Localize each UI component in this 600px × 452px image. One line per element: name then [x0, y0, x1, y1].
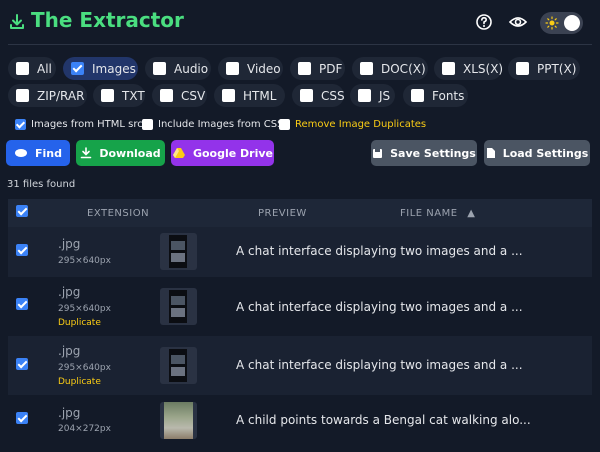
- file-name: A chat interface displaying two images a…: [236, 300, 523, 314]
- select-all-checkbox[interactable]: [16, 205, 28, 217]
- preview-thumbnail[interactable]: [160, 288, 197, 325]
- filter-images[interactable]: Images: [63, 57, 138, 80]
- row-checkbox[interactable]: [16, 412, 28, 424]
- checkbox[interactable]: [411, 89, 424, 102]
- checkbox[interactable]: [16, 62, 29, 75]
- file-dimensions: 204×272px: [58, 424, 111, 434]
- option-html-src[interactable]: Images from HTML src: [15, 117, 143, 131]
- checkbox[interactable]: [279, 118, 290, 130]
- filter-doc[interactable]: DOC(X): [352, 57, 428, 80]
- filter-ppt[interactable]: PPT(X): [508, 57, 580, 80]
- checkbox[interactable]: [142, 118, 153, 130]
- checkbox[interactable]: [15, 118, 26, 130]
- duplicate-badge: Duplicate: [58, 318, 101, 328]
- theme-toggle[interactable]: [540, 12, 583, 34]
- help-circle-icon[interactable]: [474, 12, 494, 32]
- find-icon: [15, 149, 27, 157]
- file-dimensions: 295×640px: [58, 363, 111, 373]
- row-checkbox[interactable]: [16, 244, 28, 256]
- row-checkbox[interactable]: [16, 298, 28, 310]
- column-file-name[interactable]: FILE NAME ▲: [400, 208, 475, 219]
- file-name: A child points towards a Bengal cat walk…: [236, 413, 531, 427]
- option-remove-duplicates[interactable]: Remove Image Duplicates: [279, 117, 426, 131]
- checkbox[interactable]: [442, 62, 455, 75]
- checkbox[interactable]: [360, 62, 373, 75]
- eye-icon[interactable]: [508, 12, 528, 32]
- filter-audio[interactable]: Audio: [145, 57, 211, 80]
- checkbox[interactable]: [160, 89, 173, 102]
- download-icon: [81, 147, 92, 159]
- checkbox[interactable]: [226, 62, 239, 75]
- table-row[interactable]: .jpg 295×640px A chat interface displayi…: [8, 227, 592, 277]
- table-row[interactable]: .jpg 295×640px Duplicate A chat interfac…: [8, 336, 592, 395]
- sun-icon: [545, 16, 559, 30]
- filter-zip[interactable]: ZIP/RAR: [8, 84, 87, 107]
- save-settings-button[interactable]: Save Settings: [371, 140, 477, 166]
- checkbox[interactable]: [71, 62, 84, 75]
- filter-css[interactable]: CSS: [292, 84, 345, 107]
- filter-xls[interactable]: XLS(X): [434, 57, 503, 80]
- file-extension: .jpg: [58, 406, 81, 420]
- checkbox[interactable]: [298, 62, 311, 75]
- row-checkbox[interactable]: [16, 358, 28, 370]
- filter-fonts[interactable]: Fonts: [403, 84, 468, 107]
- filter-all[interactable]: All: [8, 57, 56, 80]
- file-name: A chat interface displaying two images a…: [236, 244, 523, 258]
- find-button[interactable]: Find: [6, 140, 70, 166]
- files-found-count: 31 files found: [7, 179, 76, 190]
- checkbox[interactable]: [222, 89, 235, 102]
- checkbox[interactable]: [300, 89, 313, 102]
- table-header: EXTENSION PREVIEW FILE NAME ▲: [8, 199, 592, 227]
- file-extension: .jpg: [58, 237, 81, 251]
- table-row[interactable]: .jpg 295×640px Duplicate A chat interfac…: [8, 277, 592, 336]
- checkbox[interactable]: [16, 89, 29, 102]
- filter-csv[interactable]: CSV: [152, 84, 207, 107]
- save-icon: [373, 148, 383, 158]
- file-extension: .jpg: [58, 344, 81, 358]
- sort-ascending-icon: ▲: [467, 208, 476, 219]
- column-extension[interactable]: EXTENSION: [87, 208, 149, 219]
- google-drive-button[interactable]: Google Drive: [171, 140, 274, 166]
- app-title: The Extractor: [31, 8, 184, 32]
- file-extension: .jpg: [58, 285, 81, 299]
- file-dimensions: 295×640px: [58, 256, 111, 266]
- header-divider: [8, 44, 592, 45]
- table-row[interactable]: .jpg 204×272px A child points towards a …: [8, 395, 592, 452]
- file-dimensions: 295×640px: [58, 304, 111, 314]
- filter-pdf[interactable]: PDF: [290, 57, 345, 80]
- filter-js[interactable]: JS: [350, 84, 395, 107]
- preview-thumbnail[interactable]: [160, 347, 197, 384]
- google-drive-icon: [172, 148, 185, 158]
- filter-video[interactable]: Video: [218, 57, 283, 80]
- load-settings-button[interactable]: Load Settings: [484, 140, 590, 166]
- preview-thumbnail[interactable]: [160, 402, 197, 439]
- checkbox[interactable]: [101, 89, 114, 102]
- checkbox[interactable]: [153, 62, 166, 75]
- download-button[interactable]: Download: [76, 140, 165, 166]
- option-css-images[interactable]: Include Images from CSS: [142, 117, 283, 131]
- checkbox[interactable]: [516, 62, 529, 75]
- app-header: The Extractor: [0, 0, 600, 44]
- file-name: A chat interface displaying two images a…: [236, 358, 523, 372]
- duplicate-badge: Duplicate: [58, 377, 101, 387]
- filter-html[interactable]: HTML: [214, 84, 285, 107]
- download-logo-icon: [10, 14, 24, 29]
- toggle-knob: [564, 15, 580, 31]
- preview-thumbnail[interactable]: [160, 233, 197, 270]
- column-preview: PREVIEW: [258, 208, 307, 219]
- filter-txt[interactable]: TXT: [93, 84, 145, 107]
- file-icon: [486, 148, 495, 158]
- checkbox[interactable]: [358, 89, 371, 102]
